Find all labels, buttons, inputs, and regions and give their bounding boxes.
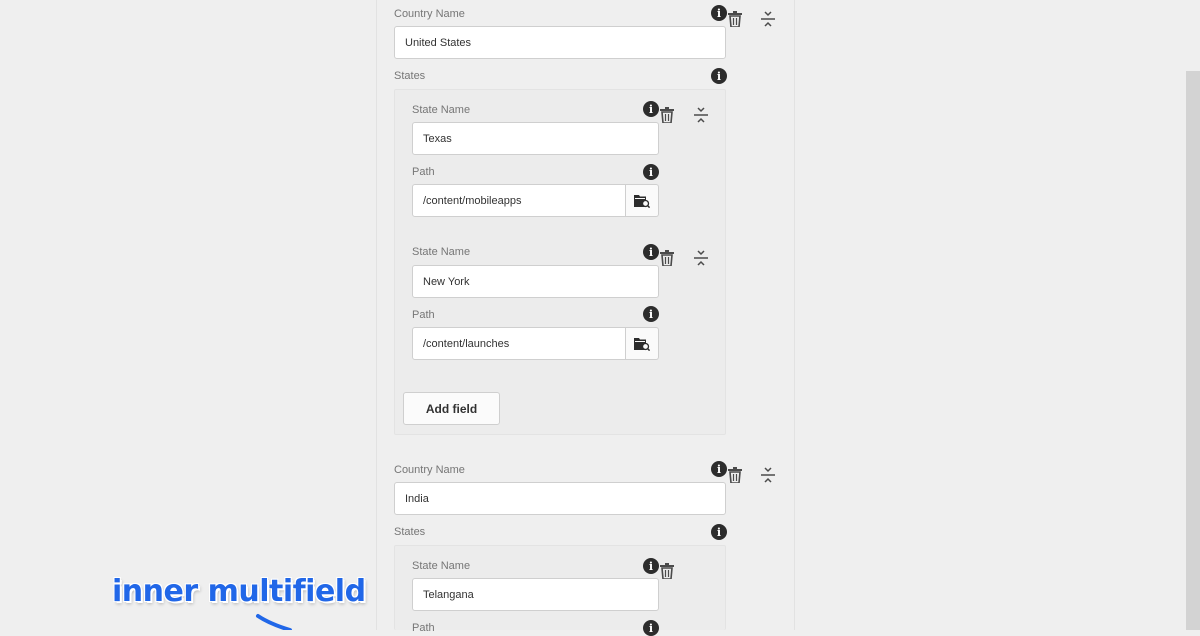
state-name-field[interactable]: Texas: [412, 122, 659, 155]
reorder-icon[interactable]: [759, 466, 777, 484]
path-field[interactable]: /content/mobileapps: [412, 184, 626, 217]
state-name-field[interactable]: Telangana: [412, 578, 659, 611]
trash-icon[interactable]: [658, 106, 676, 124]
state-name-label: State Name: [412, 104, 471, 116]
info-icon[interactable]: i: [711, 68, 727, 84]
reorder-icon[interactable]: [692, 249, 710, 267]
state-name-label: State Name: [412, 560, 471, 572]
states-label: States: [394, 526, 426, 538]
state-name-label: State Name: [412, 246, 471, 258]
folder-search-icon[interactable]: [626, 327, 659, 360]
info-icon[interactable]: i: [711, 461, 727, 477]
country-name-field[interactable]: India: [394, 482, 726, 515]
folder-search-icon[interactable]: [626, 184, 659, 217]
trash-icon[interactable]: [726, 10, 744, 28]
add-field-button[interactable]: Add field: [403, 392, 500, 425]
info-icon[interactable]: i: [643, 620, 659, 636]
trash-icon[interactable]: [658, 562, 676, 580]
path-label: Path: [412, 166, 435, 178]
info-icon[interactable]: i: [643, 101, 659, 117]
path-label: Path: [412, 622, 435, 634]
trash-icon[interactable]: [726, 466, 744, 484]
country-name-field[interactable]: United States: [394, 26, 726, 59]
trash-icon[interactable]: [658, 249, 676, 267]
info-icon[interactable]: i: [643, 244, 659, 260]
path-label: Path: [412, 309, 435, 321]
path-field[interactable]: /content/launches: [412, 327, 626, 360]
info-icon[interactable]: i: [711, 524, 727, 540]
scrollbar[interactable]: [1186, 71, 1200, 630]
reorder-icon[interactable]: [759, 10, 777, 28]
state-name-field[interactable]: New York: [412, 265, 659, 298]
info-icon[interactable]: i: [643, 558, 659, 574]
states-label: States: [394, 70, 426, 82]
info-icon[interactable]: i: [711, 5, 727, 21]
annotation-callout: inner multifield: [112, 574, 366, 609]
info-icon[interactable]: i: [643, 306, 659, 322]
callout-arrow-icon: [256, 614, 292, 630]
info-icon[interactable]: i: [643, 164, 659, 180]
country-name-label: Country Name: [394, 464, 465, 476]
country-name-label: Country Name: [394, 8, 465, 20]
reorder-icon[interactable]: [692, 106, 710, 124]
